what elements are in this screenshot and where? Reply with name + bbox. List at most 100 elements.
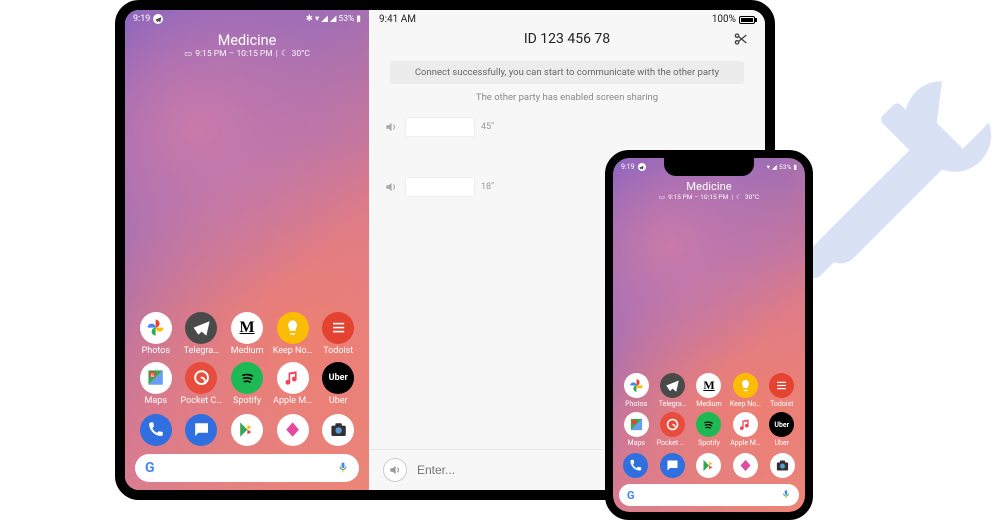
audio-bubble (405, 177, 475, 197)
app-pocket-casts[interactable]: Pocket C… (655, 412, 689, 447)
record-audio-button[interactable] (383, 458, 407, 482)
maps-icon (624, 412, 649, 437)
spotify-icon (696, 412, 721, 437)
vibrate-icon: ✱ (306, 14, 313, 24)
mic-icon[interactable] (781, 489, 791, 501)
photos-icon (624, 373, 649, 398)
widget-time: 9:15 PM – 10:15 PM (195, 49, 273, 59)
app-maps[interactable]: G Maps (135, 362, 177, 406)
dock-phone[interactable] (623, 453, 648, 478)
app-label: Photos (142, 346, 170, 356)
app-photos[interactable]: Photos (619, 373, 653, 408)
app-label: Spotify (233, 396, 261, 406)
app-apple-music[interactable]: Apple M… (728, 412, 762, 447)
audio-message[interactable]: 45″ (383, 117, 751, 137)
dock-camera[interactable] (322, 414, 354, 446)
app-label: Maps (145, 396, 167, 406)
audio-duration: 45″ (481, 122, 494, 132)
status-battery: 53% (338, 14, 354, 24)
app-photos[interactable]: Photos (135, 312, 177, 356)
app-uber[interactable]: UberUber (765, 412, 799, 447)
dock-app[interactable] (277, 414, 309, 446)
svg-text:G: G (151, 373, 154, 379)
photos-icon (140, 312, 172, 344)
session-id: ID 123 456 78 (524, 31, 610, 47)
maps-icon: G (140, 362, 172, 394)
wifi-icon: ▾ (315, 14, 319, 24)
medium-icon: M (231, 312, 263, 344)
sound-icon (383, 179, 399, 195)
dock-phone[interactable] (140, 414, 172, 446)
chat-header: ID 123 456 78 (369, 25, 765, 57)
dock (613, 447, 805, 478)
dock-messages[interactable] (660, 453, 685, 478)
uber-icon: Uber (769, 412, 794, 437)
tablet-left-pane: 9:19 ✱ ▾ ◢ ◢ 53% ▮ Medicine ▭ (125, 10, 369, 490)
app-label: Keep No… (273, 346, 313, 356)
pocket-icon (660, 412, 685, 437)
dock-play-store[interactable] (231, 414, 263, 446)
keep-icon (733, 373, 758, 398)
app-label: Pocket C… (657, 439, 689, 447)
telegram-icon (185, 312, 217, 344)
moon-icon: ☾ (736, 193, 742, 201)
app-label: Medium (696, 400, 721, 408)
app-label: Telegra… (184, 346, 220, 356)
app-label: Maps (627, 439, 644, 447)
app-label: Pocket C… (181, 396, 223, 406)
dock-play-store[interactable] (696, 453, 721, 478)
apple-music-icon (277, 362, 309, 394)
app-spotify[interactable]: Spotify (692, 412, 726, 447)
status-bar: 9:19 ✱ ▾ ◢ ◢ 53% ▮ (125, 10, 369, 26)
widget-time: 9:15 PM – 10:15 PM (668, 193, 728, 201)
app-apple-music[interactable]: Apple M… (272, 362, 314, 406)
dock-messages[interactable] (185, 414, 217, 446)
widget-title: Medicine (613, 180, 805, 193)
telegram-status-icon (638, 163, 646, 171)
app-medium[interactable]: M Medium (226, 312, 268, 356)
dock-app[interactable] (733, 453, 758, 478)
app-label: Photos (625, 400, 647, 408)
signal-icon: ◢ (321, 14, 328, 24)
apple-music-icon (733, 412, 758, 437)
calendar-icon: ▭ (184, 49, 192, 59)
google-search-bar[interactable]: G (135, 454, 359, 482)
status-time: 9:19 (621, 163, 635, 171)
app-keep[interactable]: Keep No… (272, 312, 314, 356)
chat-status-bar: 9:41 AM 100% (369, 10, 765, 25)
app-todoist[interactable]: Todoist (765, 373, 799, 408)
app-spotify[interactable]: Spotify (226, 362, 268, 406)
app-medium[interactable]: MMedium (692, 373, 726, 408)
app-grid: Photos Telegra… M Medium Keep No… (125, 312, 369, 406)
telegram-status-icon (153, 14, 163, 24)
app-keep[interactable]: Keep No… (728, 373, 762, 408)
google-search-bar[interactable]: G (619, 484, 799, 506)
app-telegram[interactable]: Telegra… (655, 373, 689, 408)
signal-icon: ◢ (772, 163, 777, 171)
dock-camera[interactable] (770, 453, 795, 478)
app-maps[interactable]: Maps (619, 412, 653, 447)
pocket-icon (185, 362, 217, 394)
battery-icon: ▮ (356, 14, 361, 24)
app-uber[interactable]: Uber Uber (317, 362, 359, 406)
scissors-icon[interactable] (731, 29, 751, 49)
calendar-weather-widget[interactable]: Medicine ▭ 9:15 PM – 10:15 PM | ☾ 30°C (125, 26, 369, 63)
widget-temp: 30°C (745, 193, 759, 201)
app-telegram[interactable]: Telegra… (181, 312, 223, 356)
app-label: Todoist (323, 346, 353, 356)
phone-notch (664, 158, 754, 176)
chat-status-battery: 100% (712, 14, 736, 25)
todoist-icon (769, 373, 794, 398)
app-label: Telegra… (659, 400, 687, 408)
app-todoist[interactable]: Todoist (317, 312, 359, 356)
app-pocket-casts[interactable]: Pocket C… (181, 362, 223, 406)
keep-icon (277, 312, 309, 344)
app-label: Medium (231, 346, 264, 356)
mic-icon[interactable] (337, 461, 349, 476)
telegram-icon (660, 373, 685, 398)
google-logo-icon: G (627, 489, 635, 502)
calendar-weather-widget[interactable]: Medicine ▭ 9:15 PM – 10:15 PM | ☾ 30°C (613, 174, 805, 205)
wifi-icon: ▾ (767, 163, 770, 171)
app-label: Apple M… (730, 439, 760, 447)
audio-bubble (405, 117, 475, 137)
